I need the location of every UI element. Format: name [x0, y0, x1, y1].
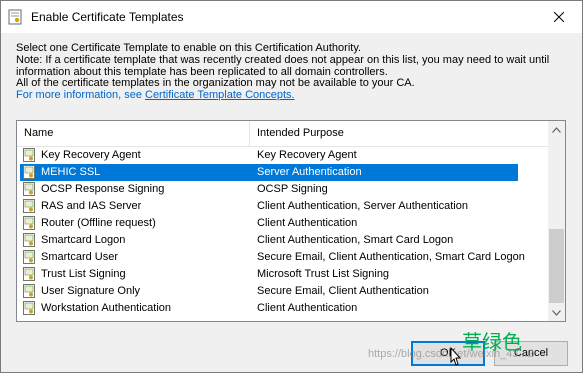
vertical-scrollbar[interactable] — [548, 121, 565, 321]
template-purpose: Secure Email, Client Authentication — [257, 285, 429, 297]
scroll-up-button[interactable] — [548, 121, 565, 138]
list-item[interactable]: User Signature Only Secure Email, Client… — [17, 283, 548, 300]
certificate-template-icon — [23, 165, 35, 179]
list-item-selected[interactable]: MEHIC SSL Server Authentication — [20, 164, 518, 181]
certificate-template-icon — [23, 216, 35, 230]
certificate-template-icon — [23, 250, 35, 264]
template-name: Workstation Authentication — [41, 302, 172, 314]
template-purpose: Client Authentication, Smart Card Logon — [257, 234, 454, 246]
list-rows: Key Recovery Agent Key Recovery Agent ME… — [17, 147, 548, 319]
certificate-template-icon — [23, 182, 35, 196]
certificate-template-list[interactable]: Name Intended Purpose Key Recovery Agent… — [16, 120, 566, 322]
certificate-template-icon — [23, 301, 35, 315]
list-item[interactable]: Workstation Authentication Client Authen… — [17, 300, 548, 317]
mouse-cursor-icon — [450, 346, 462, 366]
template-name: Trust List Signing — [41, 268, 126, 280]
list-item[interactable]: Trust List Signing Microsoft Trust List … — [17, 266, 548, 283]
template-name: Router (Offline request) — [41, 217, 156, 229]
template-purpose: Microsoft Trust List Signing — [257, 268, 390, 280]
scroll-down-button[interactable] — [548, 304, 565, 321]
list-item[interactable]: Smartcard Logon Client Authentication, S… — [17, 232, 548, 249]
description-line: Note: If a certificate template that was… — [16, 53, 550, 66]
template-purpose: Client Authentication — [257, 217, 358, 229]
list-item[interactable]: OCSP Response Signing OCSP Signing — [17, 181, 548, 198]
template-purpose: Client Authentication, Server Authentica… — [257, 200, 468, 212]
template-name: User Signature Only — [41, 285, 141, 297]
column-header-intended-purpose[interactable]: Intended Purpose — [257, 121, 344, 146]
template-purpose: OCSP Signing — [257, 183, 328, 195]
list-item[interactable]: Router (Offline request) Client Authenti… — [17, 215, 548, 232]
certificate-template-icon — [23, 267, 35, 281]
window-title: Enable Certificate Templates — [31, 10, 184, 24]
list-item[interactable]: Key Recovery Agent Key Recovery Agent — [17, 147, 548, 164]
template-purpose: Secure Email, Client Authentication, Sma… — [257, 251, 525, 263]
template-purpose: Key Recovery Agent — [257, 149, 357, 161]
certificate-template-icon — [23, 284, 35, 298]
list-header: Name Intended Purpose — [17, 121, 548, 147]
close-button[interactable] — [536, 1, 582, 33]
template-name: MEHIC SSL — [41, 166, 101, 178]
title-bar: Enable Certificate Templates — [1, 1, 582, 33]
list-item[interactable]: RAS and IAS Server Client Authentication… — [17, 198, 548, 215]
template-name: OCSP Response Signing — [41, 183, 165, 195]
column-divider[interactable] — [249, 121, 250, 146]
template-purpose: Client Authentication — [257, 302, 358, 314]
more-info-line: For more information, see Certificate Te… — [16, 89, 576, 102]
template-name: Smartcard User — [41, 251, 119, 263]
chevron-up-icon — [552, 126, 561, 133]
enable-certificate-templates-dialog: Enable Certificate Templates Select one … — [0, 0, 583, 373]
template-purpose: Server Authentication — [257, 166, 362, 178]
chevron-down-icon — [552, 309, 561, 316]
scroll-thumb[interactable] — [549, 229, 564, 303]
certificate-template-icon — [23, 148, 35, 162]
certificate-icon — [8, 9, 22, 25]
more-info-prefix: For more information, see — [16, 89, 145, 102]
stamp-label: 草绿色 — [462, 330, 522, 354]
certificate-template-concepts-link[interactable]: Certificate Template Concepts. — [145, 89, 295, 101]
description-text: Select one Certificate Template to enabl… — [16, 42, 576, 102]
column-header-name[interactable]: Name — [24, 121, 53, 146]
template-name: RAS and IAS Server — [41, 200, 142, 212]
template-name: Smartcard Logon — [41, 234, 126, 246]
close-icon — [554, 12, 564, 22]
certificate-template-icon — [23, 233, 35, 247]
list-item[interactable]: Smartcard User Secure Email, Client Auth… — [17, 249, 548, 266]
template-name: Key Recovery Agent — [41, 149, 141, 161]
certificate-template-icon — [23, 199, 35, 213]
